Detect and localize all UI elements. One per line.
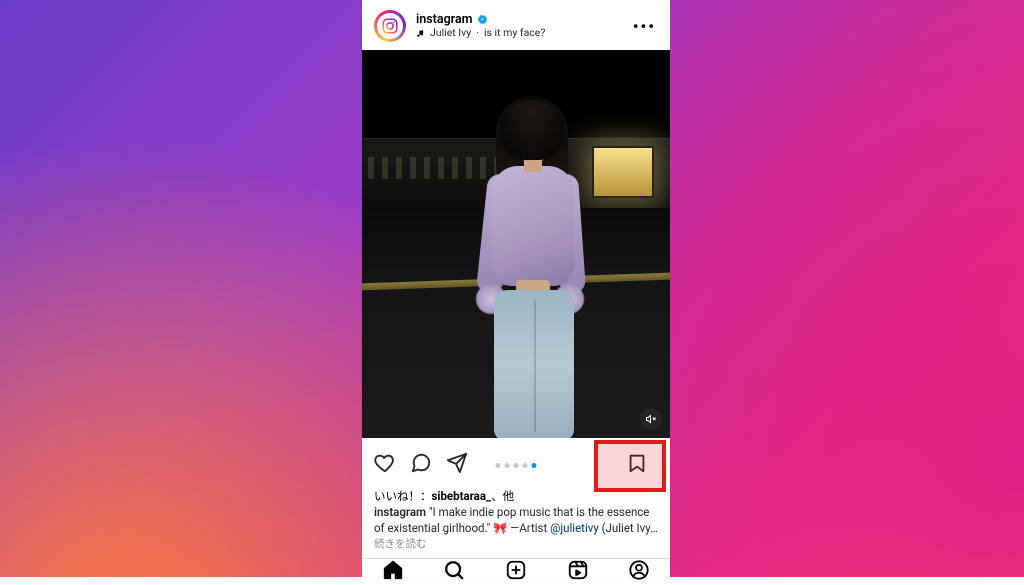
author-avatar[interactable] [374, 10, 406, 42]
like-button[interactable] [374, 452, 396, 478]
save-button[interactable] [616, 446, 658, 484]
comment-button[interactable] [410, 452, 432, 478]
instagram-post-view: instagram Juliet Ivy · is it my face? ••… [362, 0, 670, 577]
caption-emoji: 🎀 [493, 521, 507, 535]
post-more-button[interactable]: ••• [631, 17, 658, 36]
caption-username[interactable]: instagram [374, 505, 426, 519]
heart-icon [374, 452, 396, 474]
post-header-text: instagram Juliet Ivy · is it my face? [416, 13, 621, 39]
likes-prefix: いいね！： [374, 489, 432, 503]
caption-artist-prefix: —Artist [507, 521, 550, 535]
create-icon [505, 559, 527, 581]
music-note-icon [416, 29, 425, 38]
profile-icon [628, 559, 650, 581]
carousel-indicator [496, 463, 537, 468]
photo-station-light [592, 146, 654, 198]
nav-search[interactable] [443, 559, 465, 585]
audio-track: is it my face? [484, 27, 545, 39]
reels-icon [567, 559, 589, 581]
caption-tail: (Juliet Ivy… [599, 521, 658, 535]
post-media[interactable] [362, 50, 670, 438]
comment-icon [410, 452, 432, 474]
likes-top-liker: sibebtaraa_ [432, 489, 492, 503]
caption-read-more[interactable]: 続きを読む [374, 537, 427, 550]
likes-summary[interactable]: いいね！：sibebtaraa_、他 [362, 486, 670, 504]
post-header: instagram Juliet Ivy · is it my face? ••… [362, 0, 670, 50]
likes-suffix: 、他 [491, 489, 514, 503]
nav-create[interactable] [505, 559, 527, 585]
verified-badge-icon [477, 14, 488, 25]
nav-home[interactable] [382, 559, 404, 585]
share-icon [446, 452, 468, 474]
post-action-row [362, 438, 670, 486]
nav-profile[interactable] [628, 559, 650, 585]
more-icon: ••• [633, 17, 656, 36]
mute-toggle[interactable] [640, 408, 662, 430]
photo-subject [472, 96, 592, 436]
search-icon [443, 559, 465, 581]
share-button[interactable] [446, 452, 468, 478]
mute-icon [645, 413, 657, 425]
nav-reels[interactable] [567, 559, 589, 585]
post-caption: instagram "I make indie pop music that i… [362, 504, 670, 558]
bottom-nav [362, 558, 670, 585]
instagram-logo-icon [377, 13, 403, 39]
audio-separator: · [476, 27, 479, 39]
audio-attribution[interactable]: Juliet Ivy · is it my face? [416, 27, 621, 39]
home-icon [382, 559, 404, 581]
bookmark-icon [626, 452, 648, 474]
audio-artist: Juliet Ivy [430, 27, 471, 39]
caption-mention[interactable]: @julietivy [550, 521, 599, 535]
author-username[interactable]: instagram [416, 13, 473, 27]
